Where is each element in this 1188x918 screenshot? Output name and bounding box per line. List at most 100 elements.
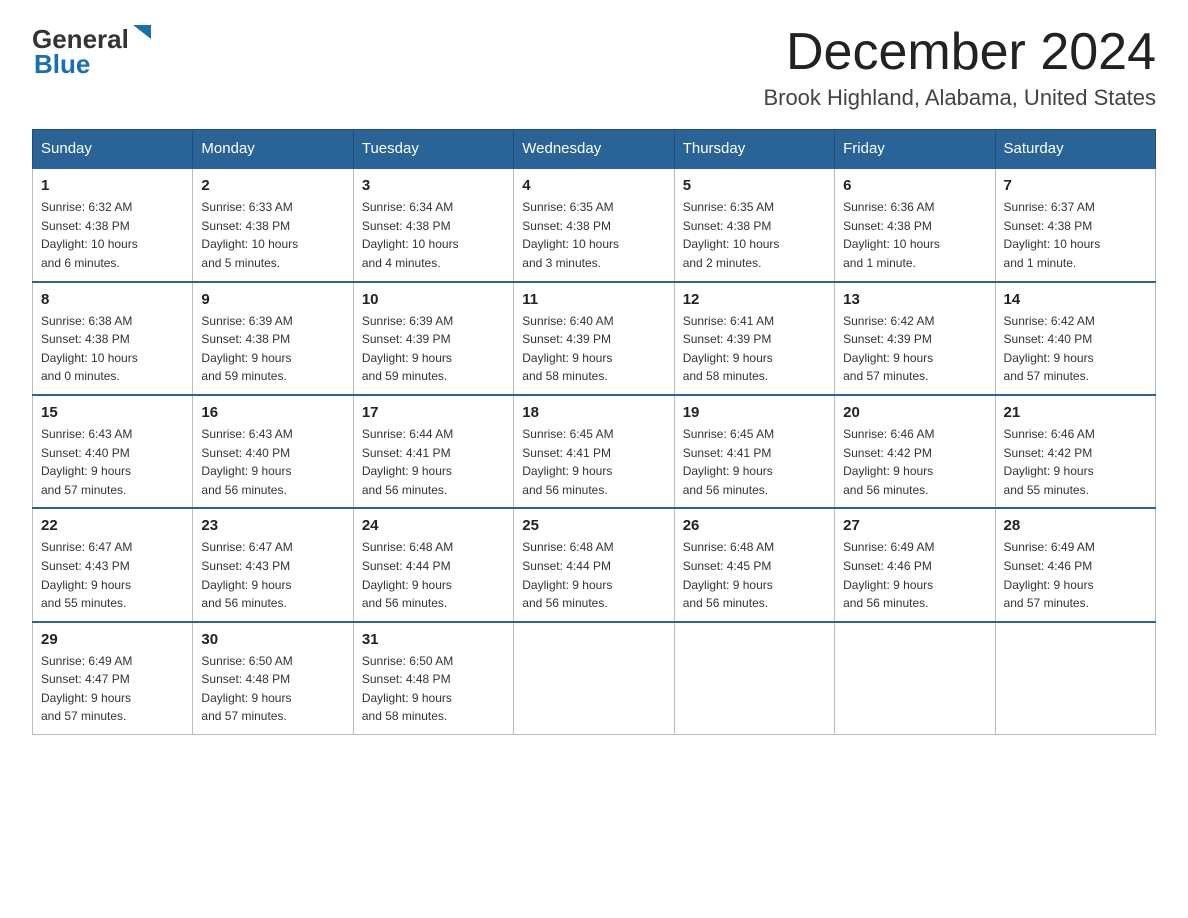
day-number: 23: [201, 517, 344, 534]
day-number: 11: [522, 291, 665, 308]
day-info: Sunrise: 6:47 AMSunset: 4:43 PMDaylight:…: [41, 538, 184, 612]
calendar-cell: 16 Sunrise: 6:43 AMSunset: 4:40 PMDaylig…: [193, 395, 353, 508]
day-number: 13: [843, 291, 986, 308]
month-title: December 2024: [763, 24, 1156, 81]
calendar-cell: [835, 622, 995, 735]
title-block: December 2024 Brook Highland, Alabama, U…: [763, 24, 1156, 111]
day-number: 3: [362, 177, 505, 194]
day-number: 5: [683, 177, 826, 194]
day-number: 27: [843, 517, 986, 534]
day-info: Sunrise: 6:39 AMSunset: 4:39 PMDaylight:…: [362, 312, 505, 386]
day-number: 30: [201, 631, 344, 648]
day-info: Sunrise: 6:44 AMSunset: 4:41 PMDaylight:…: [362, 425, 505, 499]
day-number: 8: [41, 291, 184, 308]
day-info: Sunrise: 6:48 AMSunset: 4:45 PMDaylight:…: [683, 538, 826, 612]
logo-arrow-icon: [133, 25, 155, 52]
day-number: 9: [201, 291, 344, 308]
calendar-cell: 4 Sunrise: 6:35 AMSunset: 4:38 PMDayligh…: [514, 168, 674, 281]
day-info: Sunrise: 6:42 AMSunset: 4:39 PMDaylight:…: [843, 312, 986, 386]
calendar-cell: 31 Sunrise: 6:50 AMSunset: 4:48 PMDaylig…: [353, 622, 513, 735]
weekday-header-tuesday: Tuesday: [353, 130, 513, 169]
calendar-cell: 9 Sunrise: 6:39 AMSunset: 4:38 PMDayligh…: [193, 282, 353, 395]
weekday-header-sunday: Sunday: [33, 130, 193, 169]
calendar-cell: 29 Sunrise: 6:49 AMSunset: 4:47 PMDaylig…: [33, 622, 193, 735]
weekday-header-friday: Friday: [835, 130, 995, 169]
day-info: Sunrise: 6:49 AMSunset: 4:46 PMDaylight:…: [1004, 538, 1147, 612]
calendar-cell: 14 Sunrise: 6:42 AMSunset: 4:40 PMDaylig…: [995, 282, 1155, 395]
calendar-cell: 7 Sunrise: 6:37 AMSunset: 4:38 PMDayligh…: [995, 168, 1155, 281]
calendar-cell: 26 Sunrise: 6:48 AMSunset: 4:45 PMDaylig…: [674, 508, 834, 621]
day-info: Sunrise: 6:33 AMSunset: 4:38 PMDaylight:…: [201, 198, 344, 272]
calendar-cell: 24 Sunrise: 6:48 AMSunset: 4:44 PMDaylig…: [353, 508, 513, 621]
weekday-header-monday: Monday: [193, 130, 353, 169]
location-title: Brook Highland, Alabama, United States: [763, 85, 1156, 111]
calendar-cell: 22 Sunrise: 6:47 AMSunset: 4:43 PMDaylig…: [33, 508, 193, 621]
calendar-cell: [995, 622, 1155, 735]
calendar-cell: [514, 622, 674, 735]
logo: General Blue: [32, 24, 155, 80]
day-info: Sunrise: 6:48 AMSunset: 4:44 PMDaylight:…: [362, 538, 505, 612]
calendar-cell: [674, 622, 834, 735]
day-number: 7: [1004, 177, 1147, 194]
calendar-cell: 21 Sunrise: 6:46 AMSunset: 4:42 PMDaylig…: [995, 395, 1155, 508]
day-info: Sunrise: 6:43 AMSunset: 4:40 PMDaylight:…: [41, 425, 184, 499]
day-info: Sunrise: 6:47 AMSunset: 4:43 PMDaylight:…: [201, 538, 344, 612]
day-info: Sunrise: 6:41 AMSunset: 4:39 PMDaylight:…: [683, 312, 826, 386]
calendar-cell: 20 Sunrise: 6:46 AMSunset: 4:42 PMDaylig…: [835, 395, 995, 508]
weekday-header-wednesday: Wednesday: [514, 130, 674, 169]
day-info: Sunrise: 6:45 AMSunset: 4:41 PMDaylight:…: [522, 425, 665, 499]
day-number: 17: [362, 404, 505, 421]
day-number: 10: [362, 291, 505, 308]
day-number: 1: [41, 177, 184, 194]
day-number: 19: [683, 404, 826, 421]
day-info: Sunrise: 6:39 AMSunset: 4:38 PMDaylight:…: [201, 312, 344, 386]
day-info: Sunrise: 6:45 AMSunset: 4:41 PMDaylight:…: [683, 425, 826, 499]
calendar-cell: 19 Sunrise: 6:45 AMSunset: 4:41 PMDaylig…: [674, 395, 834, 508]
day-info: Sunrise: 6:48 AMSunset: 4:44 PMDaylight:…: [522, 538, 665, 612]
day-number: 22: [41, 517, 184, 534]
weekday-header-thursday: Thursday: [674, 130, 834, 169]
calendar-cell: 17 Sunrise: 6:44 AMSunset: 4:41 PMDaylig…: [353, 395, 513, 508]
day-number: 29: [41, 631, 184, 648]
calendar-cell: 2 Sunrise: 6:33 AMSunset: 4:38 PMDayligh…: [193, 168, 353, 281]
calendar-cell: 30 Sunrise: 6:50 AMSunset: 4:48 PMDaylig…: [193, 622, 353, 735]
logo-blue-text: Blue: [34, 49, 90, 80]
calendar-cell: 28 Sunrise: 6:49 AMSunset: 4:46 PMDaylig…: [995, 508, 1155, 621]
weekday-header-row: SundayMondayTuesdayWednesdayThursdayFrid…: [33, 130, 1156, 169]
day-info: Sunrise: 6:36 AMSunset: 4:38 PMDaylight:…: [843, 198, 986, 272]
calendar-week-row: 22 Sunrise: 6:47 AMSunset: 4:43 PMDaylig…: [33, 508, 1156, 621]
day-info: Sunrise: 6:46 AMSunset: 4:42 PMDaylight:…: [843, 425, 986, 499]
day-number: 28: [1004, 517, 1147, 534]
calendar-cell: 15 Sunrise: 6:43 AMSunset: 4:40 PMDaylig…: [33, 395, 193, 508]
calendar-week-row: 8 Sunrise: 6:38 AMSunset: 4:38 PMDayligh…: [33, 282, 1156, 395]
day-info: Sunrise: 6:34 AMSunset: 4:38 PMDaylight:…: [362, 198, 505, 272]
day-number: 2: [201, 177, 344, 194]
day-info: Sunrise: 6:50 AMSunset: 4:48 PMDaylight:…: [201, 652, 344, 726]
day-info: Sunrise: 6:38 AMSunset: 4:38 PMDaylight:…: [41, 312, 184, 386]
day-info: Sunrise: 6:49 AMSunset: 4:46 PMDaylight:…: [843, 538, 986, 612]
day-number: 25: [522, 517, 665, 534]
calendar-cell: 3 Sunrise: 6:34 AMSunset: 4:38 PMDayligh…: [353, 168, 513, 281]
calendar-cell: 27 Sunrise: 6:49 AMSunset: 4:46 PMDaylig…: [835, 508, 995, 621]
calendar-cell: 25 Sunrise: 6:48 AMSunset: 4:44 PMDaylig…: [514, 508, 674, 621]
day-info: Sunrise: 6:42 AMSunset: 4:40 PMDaylight:…: [1004, 312, 1147, 386]
page-header: General Blue December 2024 Brook Highlan…: [32, 24, 1156, 111]
day-number: 12: [683, 291, 826, 308]
day-info: Sunrise: 6:40 AMSunset: 4:39 PMDaylight:…: [522, 312, 665, 386]
calendar-week-row: 1 Sunrise: 6:32 AMSunset: 4:38 PMDayligh…: [33, 168, 1156, 281]
calendar-cell: 1 Sunrise: 6:32 AMSunset: 4:38 PMDayligh…: [33, 168, 193, 281]
calendar-cell: 23 Sunrise: 6:47 AMSunset: 4:43 PMDaylig…: [193, 508, 353, 621]
day-number: 18: [522, 404, 665, 421]
calendar-week-row: 15 Sunrise: 6:43 AMSunset: 4:40 PMDaylig…: [33, 395, 1156, 508]
calendar-cell: 12 Sunrise: 6:41 AMSunset: 4:39 PMDaylig…: [674, 282, 834, 395]
calendar-cell: 11 Sunrise: 6:40 AMSunset: 4:39 PMDaylig…: [514, 282, 674, 395]
day-info: Sunrise: 6:35 AMSunset: 4:38 PMDaylight:…: [522, 198, 665, 272]
calendar-cell: 6 Sunrise: 6:36 AMSunset: 4:38 PMDayligh…: [835, 168, 995, 281]
day-number: 24: [362, 517, 505, 534]
day-number: 21: [1004, 404, 1147, 421]
day-number: 14: [1004, 291, 1147, 308]
day-number: 6: [843, 177, 986, 194]
day-info: Sunrise: 6:32 AMSunset: 4:38 PMDaylight:…: [41, 198, 184, 272]
calendar-cell: 18 Sunrise: 6:45 AMSunset: 4:41 PMDaylig…: [514, 395, 674, 508]
day-number: 20: [843, 404, 986, 421]
